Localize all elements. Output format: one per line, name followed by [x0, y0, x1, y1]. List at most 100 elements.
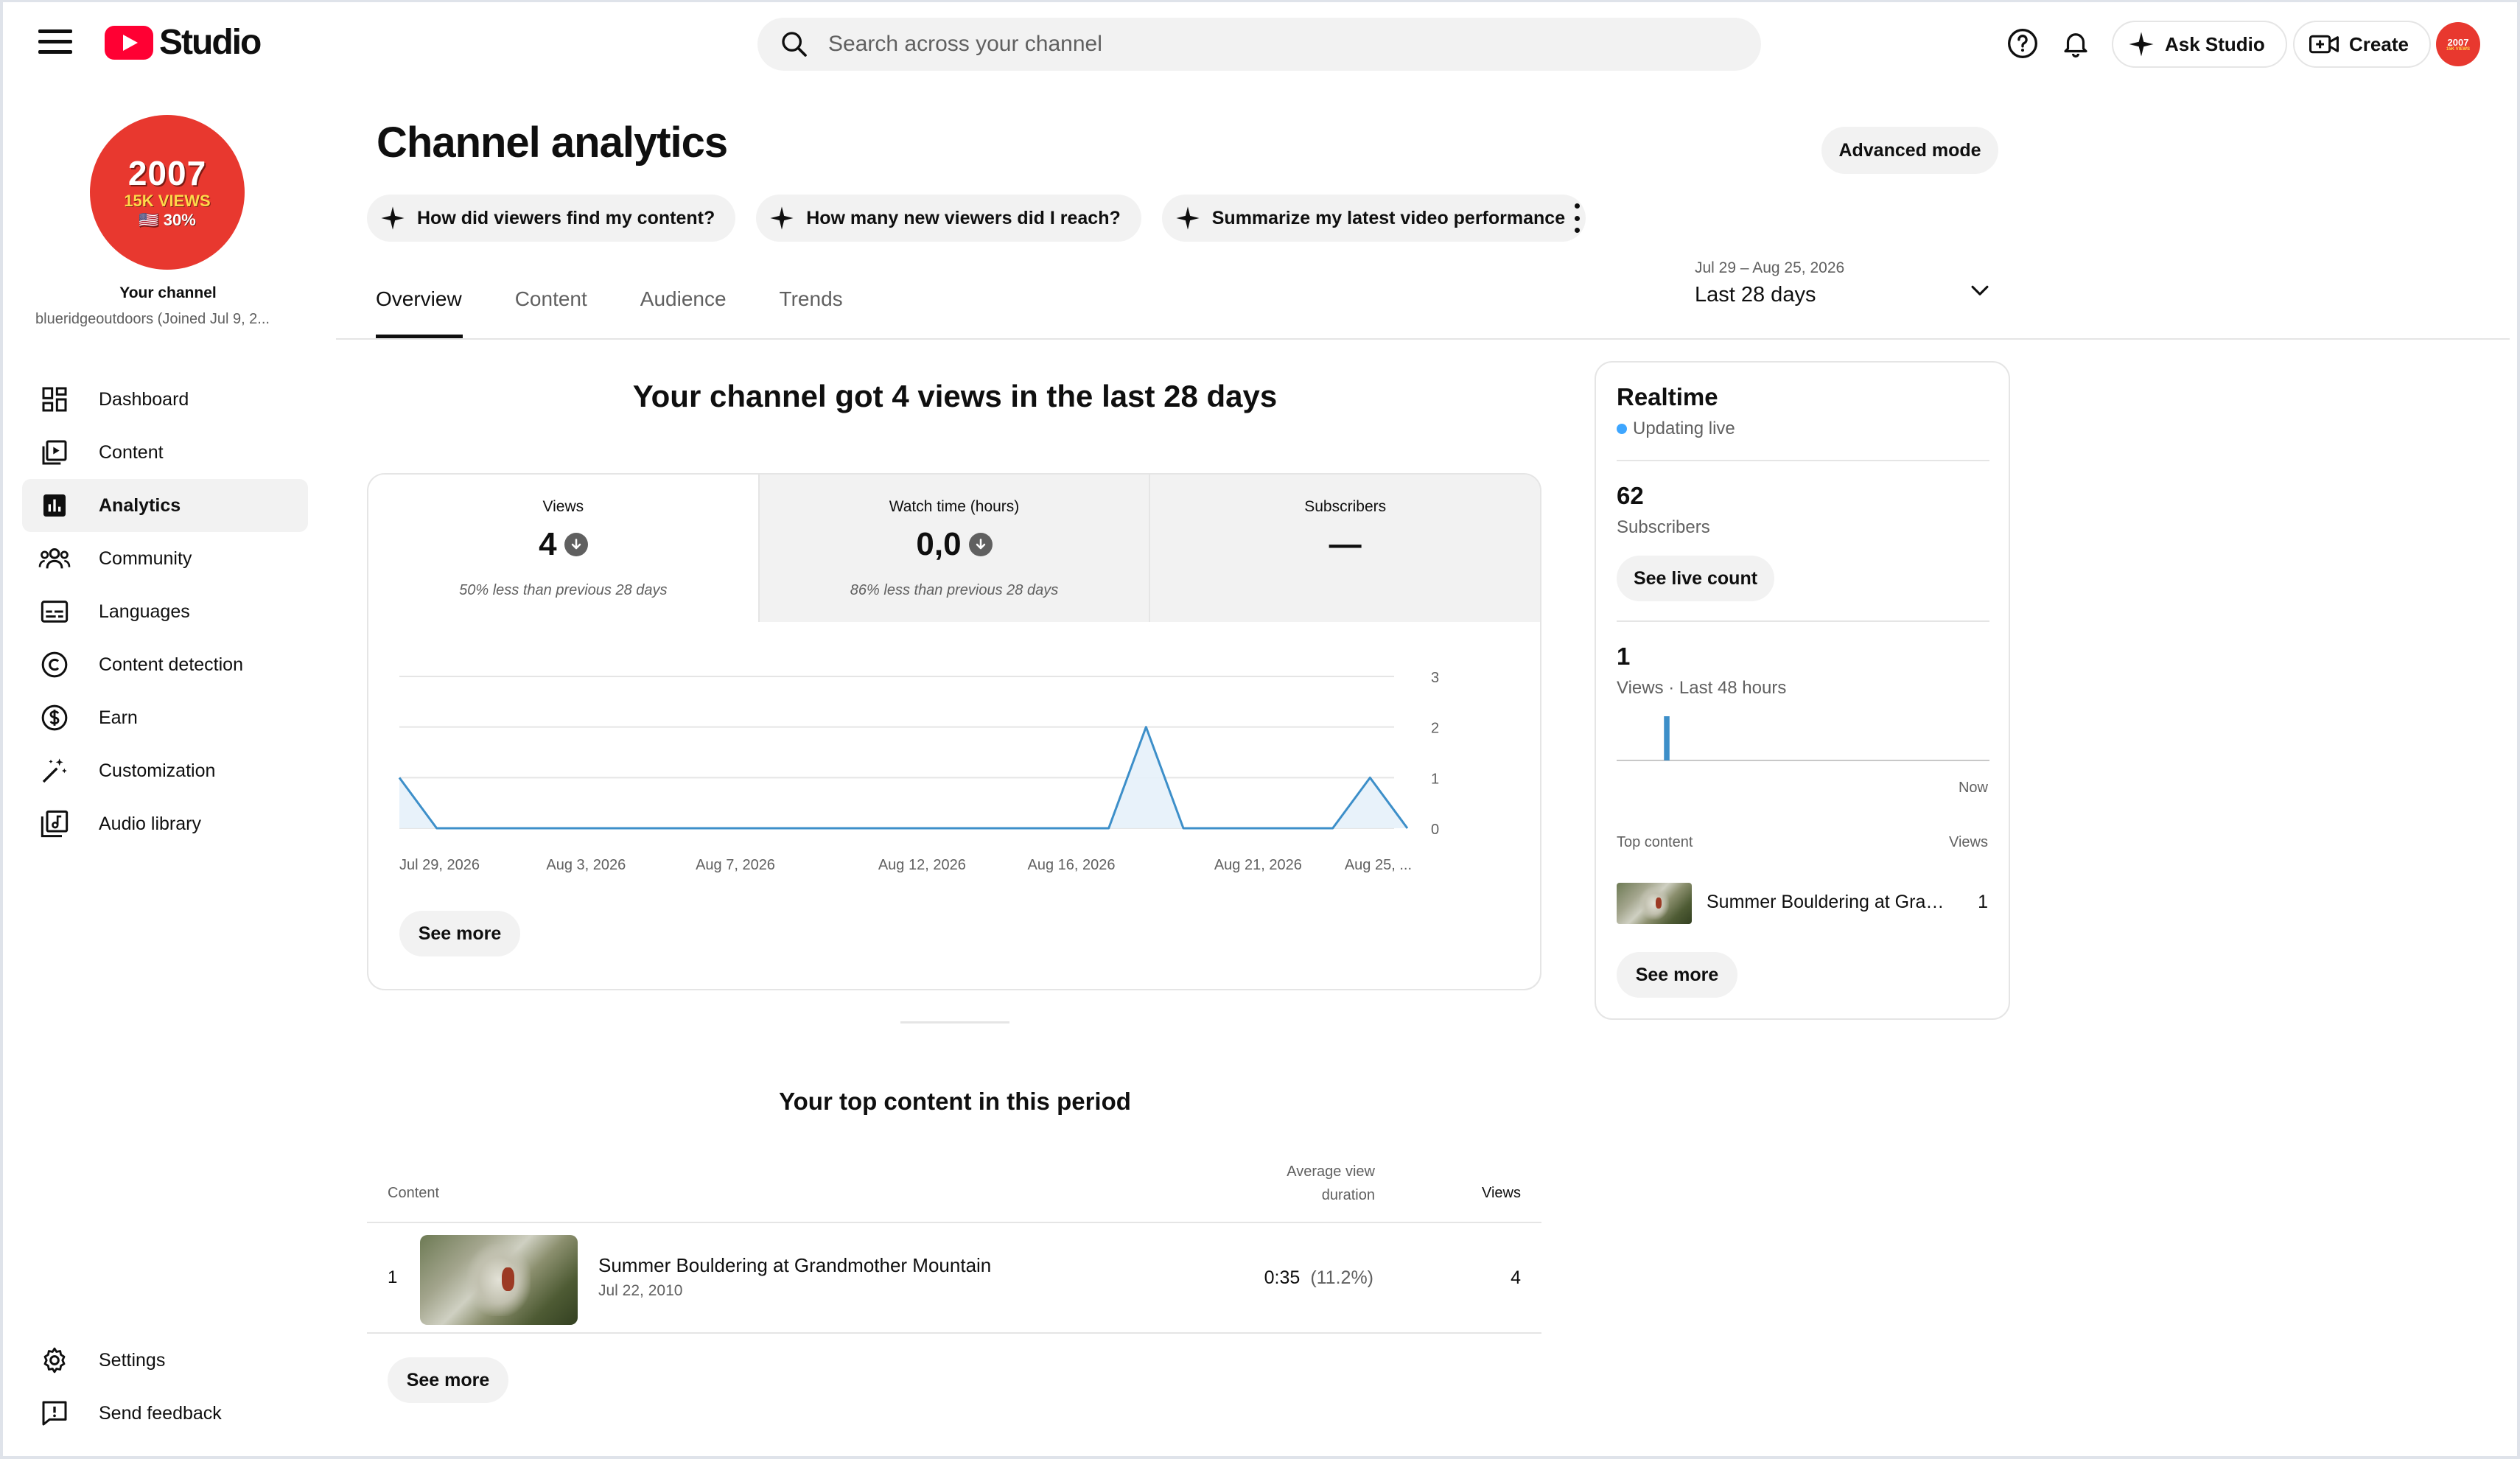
sparkle-icon	[2129, 32, 2154, 57]
x-tick-label: Aug 12, 2026	[878, 857, 966, 873]
data-point[interactable]	[1331, 826, 1335, 830]
realtime-see-more-button[interactable]: See more	[1617, 952, 1737, 998]
realtime-video-thumbnail[interactable]	[1617, 883, 1692, 924]
top-content-see-more-button[interactable]: See more	[388, 1357, 508, 1403]
y-tick-label: 3	[1431, 670, 1439, 686]
data-point[interactable]	[696, 826, 700, 830]
table-row[interactable]: 1 Summer Bouldering at Grandmother Mount…	[367, 1223, 1541, 1332]
data-point[interactable]	[1256, 826, 1260, 830]
data-point[interactable]	[995, 826, 999, 830]
chip-viewers-find-content[interactable]: How did viewers find my content?	[367, 195, 736, 242]
video-title[interactable]: Summer Bouldering at Grandmother Mountai…	[598, 1254, 991, 1277]
tab-overview[interactable]: Overview	[376, 287, 462, 337]
chart-see-more-button[interactable]: See more	[399, 911, 520, 956]
sidebar-item-analytics[interactable]: Analytics	[22, 479, 308, 532]
data-point[interactable]	[808, 826, 812, 830]
sidebar-item-label: Languages	[99, 601, 190, 622]
search-bar[interactable]	[757, 18, 1761, 71]
data-point[interactable]	[1293, 826, 1298, 830]
data-point[interactable]	[509, 826, 514, 830]
column-header-views[interactable]: Views	[1444, 1185, 1521, 1202]
video-thumbnail[interactable]	[420, 1235, 578, 1325]
metric-views[interactable]: Views 4 50% less than previous 28 days	[368, 475, 760, 622]
notifications-bell-icon[interactable]	[2057, 25, 2094, 62]
data-point[interactable]	[1144, 725, 1148, 730]
data-point[interactable]	[1181, 826, 1186, 830]
help-icon[interactable]	[2004, 25, 2041, 62]
ask-studio-button[interactable]: Ask Studio	[2112, 21, 2287, 68]
data-point[interactable]	[659, 826, 663, 830]
channel-avatar-pct: 🇺🇸 30%	[139, 211, 196, 229]
see-live-count-button[interactable]: See live count	[1617, 556, 1774, 601]
data-point[interactable]	[435, 826, 439, 830]
account-avatar-views: 15K VIEWS	[2446, 46, 2470, 52]
metric-subscribers[interactable]: Subscribers —	[1150, 475, 1540, 622]
data-point[interactable]	[472, 826, 476, 830]
chip-new-viewers[interactable]: How many new viewers did I reach?	[756, 195, 1141, 242]
data-point[interactable]	[771, 826, 775, 830]
tab-content[interactable]: Content	[515, 287, 587, 337]
sidebar-item-label: Audio library	[99, 813, 201, 834]
avd-percent: (11.2%)	[1310, 1267, 1373, 1288]
sparkle-icon	[381, 206, 405, 230]
realtime-video-title[interactable]: Summer Bouldering at Gran...	[1707, 892, 1950, 913]
data-point[interactable]	[397, 775, 402, 780]
data-point[interactable]	[1219, 826, 1223, 830]
chip-label: How many new viewers did I reach?	[806, 207, 1121, 228]
data-point[interactable]	[957, 826, 962, 830]
date-range-dates: Jul 29 – Aug 25, 2026	[1695, 259, 1845, 276]
sidebar-item-content[interactable]: Content	[22, 426, 308, 479]
channel-avatar[interactable]: 2007 15K VIEWS 🇺🇸 30%	[90, 115, 245, 270]
sidebar-item-settings[interactable]: Settings	[22, 1334, 308, 1387]
chip-summarize-latest-video[interactable]: Summarize my latest video performance	[1161, 195, 1586, 242]
sidebar-item-label: Settings	[99, 1349, 166, 1371]
data-point[interactable]	[1107, 826, 1111, 830]
studio-logo[interactable]: Studio	[105, 22, 262, 63]
realtime-divider	[1617, 620, 1989, 622]
tab-audience[interactable]: Audience	[640, 287, 727, 337]
sidebar-item-audio-library[interactable]: Audio library	[22, 797, 308, 850]
sidebar-item-earn[interactable]: Earn	[22, 691, 308, 744]
data-point[interactable]	[883, 826, 887, 830]
account-avatar[interactable]: 2007 15K VIEWS	[2436, 22, 2480, 66]
ask-studio-label: Ask Studio	[2165, 32, 2265, 55]
arrow-down-icon	[968, 533, 993, 556]
metric-watch-time[interactable]: Watch time (hours) 0,0 86% less than pre…	[759, 475, 1151, 622]
video-views: 4	[1511, 1267, 1521, 1288]
search-input[interactable]	[828, 32, 1639, 57]
metric-note: 86% less than previous 28 days	[850, 582, 1059, 598]
sparkle-icon	[770, 206, 794, 230]
data-point[interactable]	[547, 826, 551, 830]
tab-trends[interactable]: Trends	[780, 287, 843, 337]
data-point[interactable]	[1069, 826, 1074, 830]
data-point[interactable]	[621, 826, 626, 830]
column-header-avg-view-duration[interactable]: Average view duration	[1253, 1160, 1375, 1207]
realtime-status: Updating live	[1617, 419, 1735, 439]
data-point[interactable]	[1405, 826, 1410, 830]
feedback-icon	[38, 1397, 71, 1430]
data-point[interactable]	[1032, 826, 1036, 830]
sidebar-item-dashboard[interactable]: Dashboard	[22, 373, 308, 426]
create-label: Create	[2349, 32, 2409, 55]
date-range-picker[interactable]: Jul 29 – Aug 25, 2026 Last 28 days	[1695, 259, 2004, 318]
sidebar-item-customization[interactable]: Customization	[22, 744, 308, 797]
sidebar-item-community[interactable]: Community	[22, 532, 308, 585]
advanced-mode-button[interactable]: Advanced mode	[1821, 127, 1998, 174]
dashboard-icon	[38, 383, 71, 416]
youtube-play-icon	[105, 25, 153, 60]
sidebar-item-content-detection[interactable]: Content detection	[22, 638, 308, 691]
sidebar-item-label: Earn	[99, 707, 138, 728]
data-point[interactable]	[584, 826, 588, 830]
data-point[interactable]	[1368, 775, 1372, 780]
avd-value: 0:35	[1264, 1267, 1301, 1288]
sidebar-item-send-feedback[interactable]: Send feedback	[22, 1387, 308, 1440]
create-button[interactable]: Create	[2293, 21, 2431, 68]
menu-icon[interactable]	[38, 29, 72, 56]
sidebar-item-languages[interactable]: Languages	[22, 585, 308, 638]
more-options-icon[interactable]	[1569, 203, 1584, 233]
data-point[interactable]	[920, 826, 924, 830]
realtime-bar[interactable]	[1664, 716, 1670, 760]
realtime-views-label: Views · Last 48 hours	[1617, 678, 1787, 698]
data-point[interactable]	[733, 826, 738, 830]
data-point[interactable]	[845, 826, 850, 830]
